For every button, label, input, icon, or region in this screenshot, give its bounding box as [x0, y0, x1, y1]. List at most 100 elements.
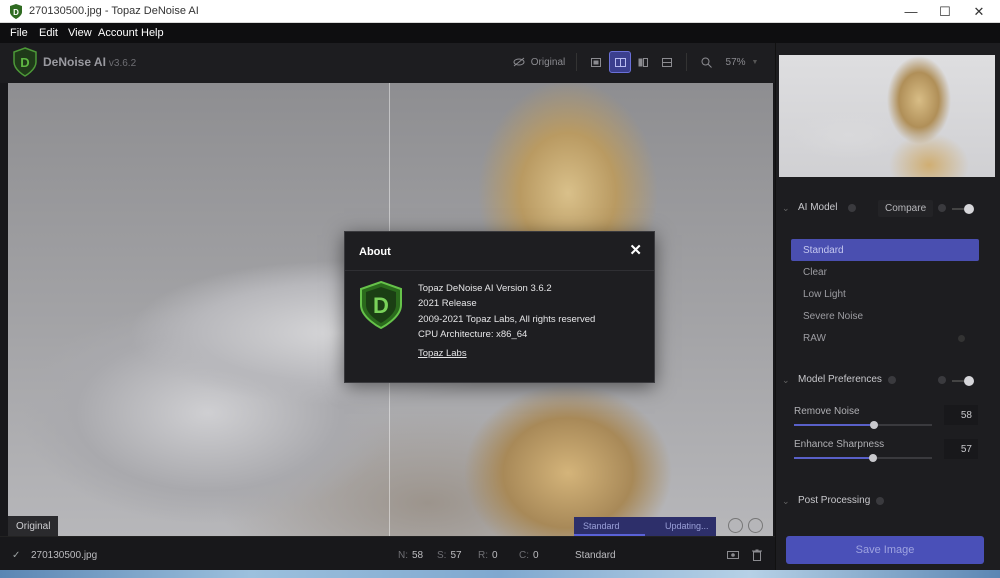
- file-name[interactable]: 270130500.jpg: [31, 550, 97, 561]
- model-preferences-header[interactable]: ⌄ Model Preferences: [780, 372, 992, 390]
- compare-toggle[interactable]: [952, 204, 974, 214]
- about-release-line: 2021 Release: [418, 298, 477, 309]
- grid-view-icon: [662, 57, 672, 67]
- menu-account[interactable]: Account: [98, 27, 138, 39]
- ai-model-section-header[interactable]: ⌄ AI Model Compare: [780, 200, 992, 218]
- slider-handle[interactable]: [868, 454, 877, 462]
- maximize-button[interactable]: ☐: [928, 0, 962, 23]
- desktop-background-strip: [0, 570, 1000, 578]
- enhance-sharpness-label: Enhance Sharpness: [794, 439, 885, 450]
- save-image-button[interactable]: Save Image: [786, 536, 984, 564]
- zoom-level: 57%: [725, 56, 746, 68]
- close-icon[interactable]: ✕: [629, 243, 642, 258]
- toggle-track: [952, 208, 964, 210]
- zoom-icon: [701, 57, 712, 68]
- denoise-logo-icon: D: [360, 281, 402, 329]
- menu-view[interactable]: View: [68, 27, 92, 39]
- brand-name: DeNoise AI: [43, 55, 106, 69]
- stat-noise: N: 58: [398, 550, 423, 561]
- checkmark-icon: ✓: [12, 550, 21, 561]
- minimize-button[interactable]: —: [894, 0, 928, 23]
- split-view-button[interactable]: [609, 51, 631, 73]
- model-preferences-label: Model Preferences: [798, 374, 882, 385]
- svg-text:D: D: [13, 8, 19, 17]
- stat-color: C: 0: [519, 550, 539, 561]
- help-icon[interactable]: [938, 204, 946, 212]
- remove-noise-label: Remove Noise: [794, 406, 860, 417]
- model-option-severe-noise[interactable]: Severe Noise: [791, 305, 979, 327]
- remove-noise-slider[interactable]: [794, 421, 932, 429]
- comparison-view-button[interactable]: [657, 51, 677, 73]
- stat-value: 57: [450, 550, 462, 561]
- model-option-raw[interactable]: RAW: [791, 327, 979, 349]
- stat-key: C:: [519, 550, 529, 561]
- menu-bar: File Edit View Account Help: [0, 23, 1000, 43]
- split-view-icon: [614, 57, 626, 67]
- stat-key: R:: [478, 550, 488, 561]
- stat-key: S:: [437, 550, 447, 561]
- bottom-model: Standard: [575, 550, 616, 561]
- window-title-bar: D 270130500.jpg - Topaz DeNoise AI — ☐ ✕: [0, 0, 1000, 23]
- about-copyright-line: 2009-2021 Topaz Labs, All rights reserve…: [418, 314, 596, 325]
- model-option-low-light[interactable]: Low Light: [791, 283, 979, 305]
- about-dialog-title: About: [359, 246, 391, 258]
- chevron-down-icon: ⌄: [782, 496, 790, 506]
- toggle-track: [952, 380, 964, 382]
- chevron-down-icon: ⌄: [782, 375, 790, 385]
- eye-off-icon: [513, 57, 525, 67]
- help-icon[interactable]: [888, 376, 896, 384]
- close-window-button[interactable]: ✕: [962, 0, 996, 23]
- menu-edit[interactable]: Edit: [39, 27, 58, 39]
- help-icon[interactable]: [876, 497, 884, 505]
- post-processing-header[interactable]: ⌄ Post Processing: [780, 493, 992, 511]
- about-version-line: Topaz DeNoise AI Version 3.6.2: [418, 283, 552, 294]
- side-by-side-icon: [638, 57, 648, 67]
- topaz-shield-icon: D: [10, 4, 22, 19]
- stat-value: 0: [492, 550, 498, 561]
- processing-model: Standard: [583, 521, 620, 531]
- help-icon[interactable]: [848, 204, 856, 212]
- navigator-thumbnail[interactable]: [779, 55, 995, 177]
- help-icon[interactable]: [938, 376, 946, 384]
- slider-handle[interactable]: [870, 421, 879, 429]
- original-toggle-button[interactable]: Original: [508, 51, 570, 73]
- window-title: 270130500.jpg - Topaz DeNoise AI: [29, 5, 199, 17]
- help-icon[interactable]: [958, 335, 965, 342]
- app-brand: DeNoise AI v3.6.2: [43, 55, 136, 69]
- zoom-level-select[interactable]: 57% ▼: [720, 51, 764, 73]
- original-side-label: Original: [8, 516, 59, 536]
- trash-icon[interactable]: [752, 549, 762, 561]
- refresh-icon[interactable]: [728, 518, 743, 533]
- settings-panel: ⌄ AI Model Compare Standard Clear Low Li…: [775, 43, 1000, 570]
- toolbar: D DeNoise AI v3.6.2 Original 57% ▼: [0, 43, 775, 83]
- menu-help[interactable]: Help: [141, 27, 164, 39]
- zoom-button[interactable]: [696, 51, 716, 73]
- bottom-bar: ✓ 270130500.jpg N: 58 S: 57 R: 0 C: 0 Standa…: [0, 536, 775, 570]
- model-preferences-toggle[interactable]: [952, 376, 974, 386]
- stat-key: N:: [398, 550, 408, 561]
- topaz-labs-link[interactable]: Topaz Labs: [418, 348, 467, 359]
- single-view-button[interactable]: [586, 51, 606, 73]
- model-option-raw-label: RAW: [803, 332, 826, 344]
- denoise-logo-icon: D: [13, 47, 37, 77]
- processing-status: Standard Updating...: [574, 517, 716, 536]
- stat-value: 58: [412, 550, 424, 561]
- original-toggle-label: Original: [530, 56, 566, 68]
- slider-fill: [794, 424, 875, 426]
- compare-button[interactable]: Compare: [878, 200, 934, 217]
- single-view-icon: [591, 57, 601, 67]
- side-by-side-view-button[interactable]: [633, 51, 653, 73]
- about-dialog: About ✕ D Topaz DeNoise AI Version 3.6.2…: [344, 231, 655, 383]
- processing-status-text: Updating...: [665, 521, 709, 531]
- toggle-knob: [964, 376, 974, 386]
- ai-model-label: AI Model: [798, 202, 838, 213]
- menu-file[interactable]: File: [10, 27, 28, 39]
- chevron-down-icon: ▼: [751, 58, 759, 66]
- face-icon[interactable]: [748, 518, 763, 533]
- enhance-sharpness-slider[interactable]: [794, 454, 932, 462]
- preview-icon[interactable]: [727, 550, 739, 560]
- enhance-sharpness-value[interactable]: 57: [944, 439, 978, 459]
- model-option-clear[interactable]: Clear: [791, 261, 979, 283]
- model-option-standard[interactable]: Standard: [791, 239, 979, 261]
- remove-noise-value[interactable]: 58: [944, 405, 978, 425]
